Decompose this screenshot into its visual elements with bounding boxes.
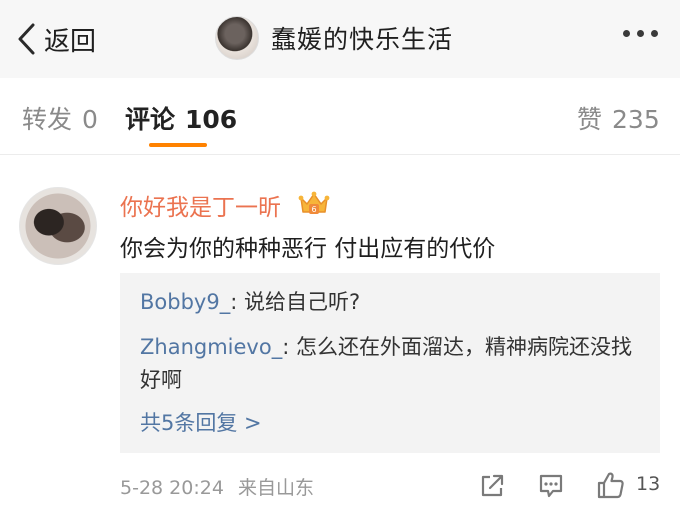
tab-bar: 转发 0 评论 106 赞 235: [0, 78, 680, 155]
page-title-group: 蠢媛的快乐生活: [215, 15, 453, 61]
page-title: 蠢媛的快乐生活: [271, 25, 454, 54]
share-icon[interactable]: [478, 472, 506, 500]
avatar[interactable]: [215, 16, 259, 60]
like-icon[interactable]: [596, 470, 626, 500]
avatar[interactable]: [19, 187, 97, 265]
reply-box[interactable]: Bobby9_: 说给自己听? Zhangmievo_: 怎么还在外面溜达，精神…: [120, 273, 660, 453]
nav-bar: 返回 蠢媛的快乐生活: [0, 0, 680, 78]
back-button[interactable]: 返回: [14, 18, 96, 60]
tab-likes[interactable]: 赞 235: [577, 100, 660, 136]
tab-likes-count: 235: [612, 105, 660, 134]
reply-item: Zhangmievo_: 怎么还在外面溜达，精神病院还没找好啊: [140, 331, 650, 397]
comment-meta: 5-28 20:24 来自山东: [120, 473, 314, 500]
tab-repost[interactable]: 转发 0: [22, 100, 98, 136]
tab-comments-count: 106: [185, 105, 238, 134]
active-tab-indicator: [149, 143, 207, 147]
tab-repost-count: 0: [82, 105, 98, 134]
tab-likes-label: 赞: [577, 105, 603, 134]
comment-icon[interactable]: [537, 472, 565, 500]
comment-time: 5-28 20:24: [120, 477, 224, 499]
comment-username[interactable]: 你好我是丁一昕: [120, 188, 281, 222]
reply-username[interactable]: Zhangmievo_: [140, 335, 282, 359]
reply-item: Bobby9_: 说给自己听?: [140, 286, 650, 319]
reply-text: : 说给自己听?: [230, 290, 361, 314]
tab-repost-label: 转发: [22, 105, 73, 134]
comment-location: 来自山东: [237, 477, 314, 499]
like-count: 13: [636, 473, 661, 495]
svg-text:6: 6: [311, 205, 316, 214]
comment-text: 你会为你的种种恶行 付出应有的代价: [120, 236, 496, 262]
chevron-left-icon: [18, 23, 35, 55]
comment-item: 你好我是丁一昕 6 你会为你的种种恶行 付出应有的代价 Bobby9_: 说给自…: [0, 155, 680, 521]
tab-comments[interactable]: 评论 106: [125, 100, 237, 136]
tab-comments-label: 评论: [125, 105, 176, 134]
reply-username[interactable]: Bobby9_: [140, 290, 230, 314]
back-label: 返回: [44, 26, 97, 57]
view-all-replies-link[interactable]: 共5条回复 >: [140, 407, 262, 437]
more-options-icon[interactable]: [623, 30, 658, 37]
crown-badge-icon: 6: [298, 191, 330, 214]
